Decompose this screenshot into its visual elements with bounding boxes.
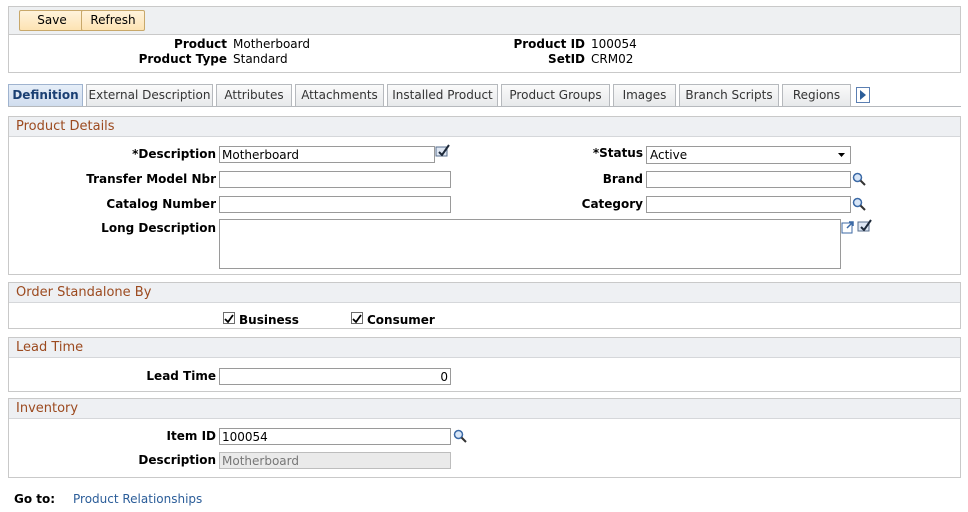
category-input[interactable]: [646, 196, 851, 213]
catalog-number-input[interactable]: [219, 196, 451, 213]
tab-product-groups[interactable]: Product Groups: [501, 84, 610, 107]
tab-next-icon[interactable]: [856, 87, 870, 103]
setid-value: CRM02: [591, 52, 634, 66]
order-standalone-title: Order Standalone By: [9, 283, 960, 303]
goto-label: Go to:: [14, 492, 56, 506]
status-value: Active: [650, 148, 688, 162]
lookup-icon[interactable]: [852, 172, 866, 186]
tab-images[interactable]: Images: [613, 84, 676, 107]
tab-bar: Definition External Description Attribut…: [8, 84, 968, 107]
tab-installed-product[interactable]: Installed Product: [387, 84, 498, 107]
consumer-checkbox[interactable]: [351, 312, 363, 324]
brand-label: Brand: [602, 172, 643, 186]
setid-label: SetID: [548, 52, 585, 66]
product-relationships-link[interactable]: Product Relationships: [73, 492, 202, 506]
product-type-value: Standard: [233, 52, 288, 66]
long-description-textarea[interactable]: [219, 219, 841, 269]
consumer-label: Consumer: [367, 313, 435, 327]
refresh-button[interactable]: Refresh: [81, 10, 145, 31]
save-button[interactable]: Save: [19, 10, 85, 31]
order-standalone-section: Order Standalone By Business Consumer: [8, 282, 961, 329]
inventory-section: Inventory Item ID Description: [8, 398, 961, 478]
category-label: Category: [581, 197, 643, 211]
chevron-down-icon: [837, 147, 846, 167]
product-label: Product: [174, 37, 227, 51]
lead-time-title: Lead Time: [9, 338, 960, 358]
brand-input[interactable]: [646, 171, 851, 188]
lookup-icon[interactable]: [852, 197, 866, 211]
tab-attachments[interactable]: Attachments: [295, 84, 384, 107]
lead-time-label: Lead Time: [146, 369, 216, 383]
product-value: Motherboard: [233, 37, 310, 51]
product-id-label: Product ID: [513, 37, 585, 51]
description-input[interactable]: [219, 146, 435, 163]
business-checkbox[interactable]: [223, 312, 235, 324]
inventory-title: Inventory: [9, 399, 960, 419]
status-select[interactable]: Active: [646, 146, 851, 164]
catalog-number-label: Catalog Number: [106, 197, 216, 211]
tab-definition[interactable]: Definition: [8, 84, 83, 107]
description-label: *Description: [132, 147, 216, 161]
tab-branch-scripts[interactable]: Branch Scripts: [679, 84, 779, 107]
product-id-value: 100054: [591, 37, 637, 51]
lookup-icon[interactable]: [453, 429, 467, 443]
tab-attributes[interactable]: Attributes: [216, 84, 292, 107]
item-id-input[interactable]: [219, 428, 451, 445]
long-description-label: Long Description: [101, 221, 216, 235]
transfer-model-label: Transfer Model Nbr: [86, 172, 216, 186]
inventory-description-label: Description: [138, 453, 216, 467]
spell-check-icon[interactable]: [857, 218, 873, 234]
transfer-model-input[interactable]: [219, 171, 451, 188]
expand-icon[interactable]: [841, 220, 855, 234]
business-label: Business: [239, 313, 299, 327]
status-label: *Status: [592, 146, 643, 160]
tab-divider: [8, 106, 961, 107]
product-header: Product Motherboard Product Type Standar…: [8, 35, 961, 73]
product-details-section: Product Details *Description *Status Act…: [8, 116, 961, 275]
spell-check-icon[interactable]: [435, 143, 451, 159]
inventory-description-input: [219, 452, 451, 469]
lead-time-section: Lead Time Lead Time: [8, 337, 961, 392]
tab-external-description[interactable]: External Description: [86, 84, 213, 107]
product-type-label: Product Type: [138, 52, 227, 66]
item-id-label: Item ID: [166, 429, 216, 443]
product-details-title: Product Details: [9, 117, 960, 137]
tab-regions[interactable]: Regions: [782, 84, 851, 107]
lead-time-input[interactable]: [219, 368, 451, 385]
toolbar: Save Refresh: [8, 6, 961, 35]
